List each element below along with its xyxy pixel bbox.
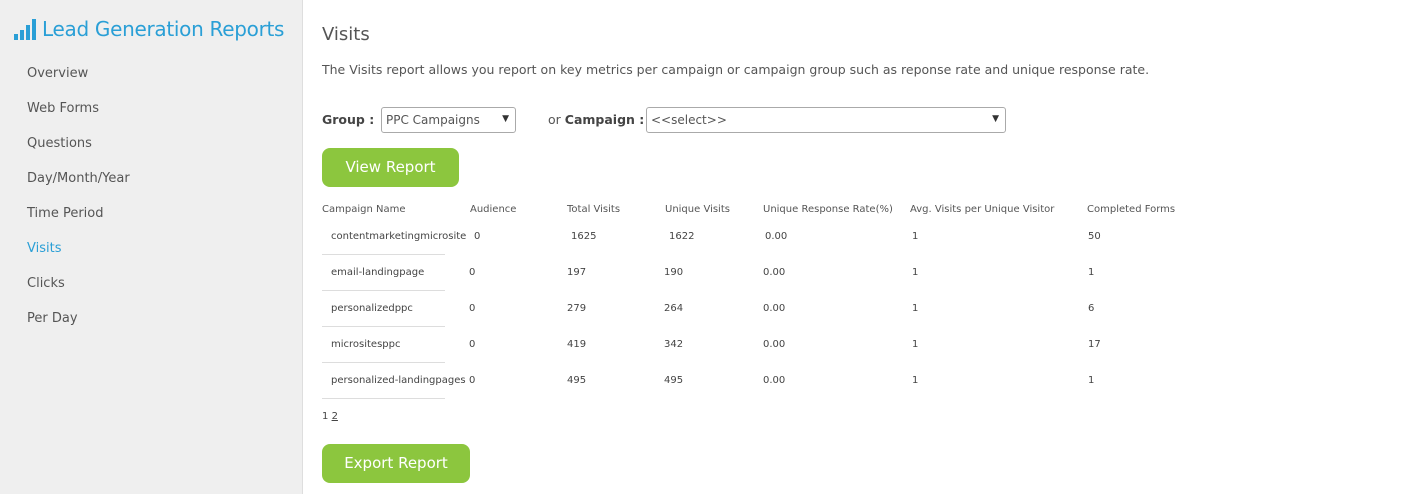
cell-total-visits: 495	[567, 375, 587, 386]
cell-completed-forms: 1	[1088, 267, 1095, 278]
sidebar: Lead Generation Reports Overview Web For…	[0, 0, 303, 494]
caret-down-icon: ▼	[502, 114, 509, 124]
header-completed-forms: Completed Forms	[1087, 204, 1176, 215]
page-link-2[interactable]: 2	[332, 411, 338, 422]
export-report-button[interactable]: Export Report	[322, 444, 470, 483]
campaign-select[interactable]: <<select>> ▼	[646, 107, 1006, 133]
table-row: contentmarketingmicrosite 0 1625 1622 0.…	[322, 219, 1222, 255]
group-select-value: PPC Campaigns	[386, 113, 480, 127]
cell-completed-forms: 1	[1088, 375, 1095, 386]
table-row: email-landingpage 0 197 190 0.00 1 1	[322, 255, 1222, 291]
caret-down-icon: ▼	[992, 114, 999, 124]
cell-avg-visits: 1	[912, 375, 919, 386]
cell-total-visits: 419	[567, 339, 587, 350]
view-report-button[interactable]: View Report	[322, 148, 459, 187]
cell-avg-visits: 1	[912, 339, 919, 350]
cell-response-rate: 0.00	[765, 231, 788, 242]
app-title: Lead Generation Reports	[42, 17, 285, 41]
cell-total-visits: 279	[567, 303, 587, 314]
cell-campaign-name: email-landingpage	[331, 267, 425, 278]
pagination: 1 2	[322, 411, 338, 422]
cell-total-visits: 1625	[571, 231, 597, 242]
cell-unique-visits: 190	[664, 267, 684, 278]
cell-response-rate: 0.00	[763, 267, 786, 278]
sidebar-item-overview[interactable]: Overview	[27, 64, 130, 99]
cell-campaign-name: micrositesppc	[331, 339, 401, 350]
table-row: micrositesppc 0 419 342 0.00 1 17	[322, 327, 1222, 363]
header-total-visits: Total Visits	[567, 204, 621, 215]
cell-campaign-name: personalized-landingpages	[331, 375, 466, 386]
row-divider	[322, 398, 445, 399]
cell-response-rate: 0.00	[763, 339, 786, 350]
header-campaign-name: Campaign Name	[322, 204, 406, 215]
cell-avg-visits: 1	[912, 267, 919, 278]
cell-avg-visits: 1	[912, 303, 919, 314]
sidebar-item-time-period[interactable]: Time Period	[27, 204, 130, 239]
sidebar-item-day-month-year[interactable]: Day/Month/Year	[27, 169, 130, 204]
cell-unique-visits: 264	[664, 303, 684, 314]
brand[interactable]: Lead Generation Reports	[14, 15, 284, 43]
cell-campaign-name: personalizedppc	[331, 303, 413, 314]
sidebar-item-web-forms[interactable]: Web Forms	[27, 99, 130, 134]
page-current: 1	[322, 411, 329, 422]
cell-audience: 0	[469, 303, 476, 314]
cell-audience: 0	[469, 339, 476, 350]
cell-total-visits: 197	[567, 267, 587, 278]
header-unique-response-rate: Unique Response Rate(%)	[763, 204, 893, 215]
bar-chart-icon	[14, 18, 36, 40]
cell-completed-forms: 50	[1088, 231, 1101, 242]
cell-unique-visits: 1622	[669, 231, 695, 242]
table-row: personalizedppc 0 279 264 0.00 1 6	[322, 291, 1222, 327]
page-description: The Visits report allows you report on k…	[322, 62, 1150, 77]
sidebar-item-clicks[interactable]: Clicks	[27, 274, 130, 309]
cell-response-rate: 0.00	[763, 303, 786, 314]
cell-completed-forms: 6	[1088, 303, 1095, 314]
campaign-label: or Campaign :	[548, 112, 645, 127]
cell-audience: 0	[474, 231, 481, 242]
sidebar-item-visits[interactable]: Visits	[27, 239, 130, 274]
sidebar-item-per-day[interactable]: Per Day	[27, 309, 130, 344]
cell-audience: 0	[469, 375, 476, 386]
cell-campaign-name: contentmarketingmicrosite	[331, 231, 467, 242]
sidebar-nav: Overview Web Forms Questions Day/Month/Y…	[27, 64, 130, 344]
header-unique-visits: Unique Visits	[665, 204, 730, 215]
table-row: personalized-landingpages 0 495 495 0.00…	[322, 363, 1222, 399]
group-select[interactable]: PPC Campaigns ▼	[381, 107, 516, 133]
header-avg-visits: Avg. Visits per Unique Visitor	[910, 204, 1055, 215]
cell-completed-forms: 17	[1088, 339, 1101, 350]
cell-unique-visits: 342	[664, 339, 684, 350]
sidebar-item-questions[interactable]: Questions	[27, 134, 130, 169]
group-label: Group :	[322, 112, 375, 127]
cell-response-rate: 0.00	[763, 375, 786, 386]
cell-unique-visits: 495	[664, 375, 684, 386]
header-audience: Audience	[470, 204, 517, 215]
cell-avg-visits: 1	[912, 231, 919, 242]
campaign-select-value: <<select>>	[651, 113, 727, 127]
page-title: Visits	[322, 24, 370, 45]
cell-audience: 0	[469, 267, 476, 278]
